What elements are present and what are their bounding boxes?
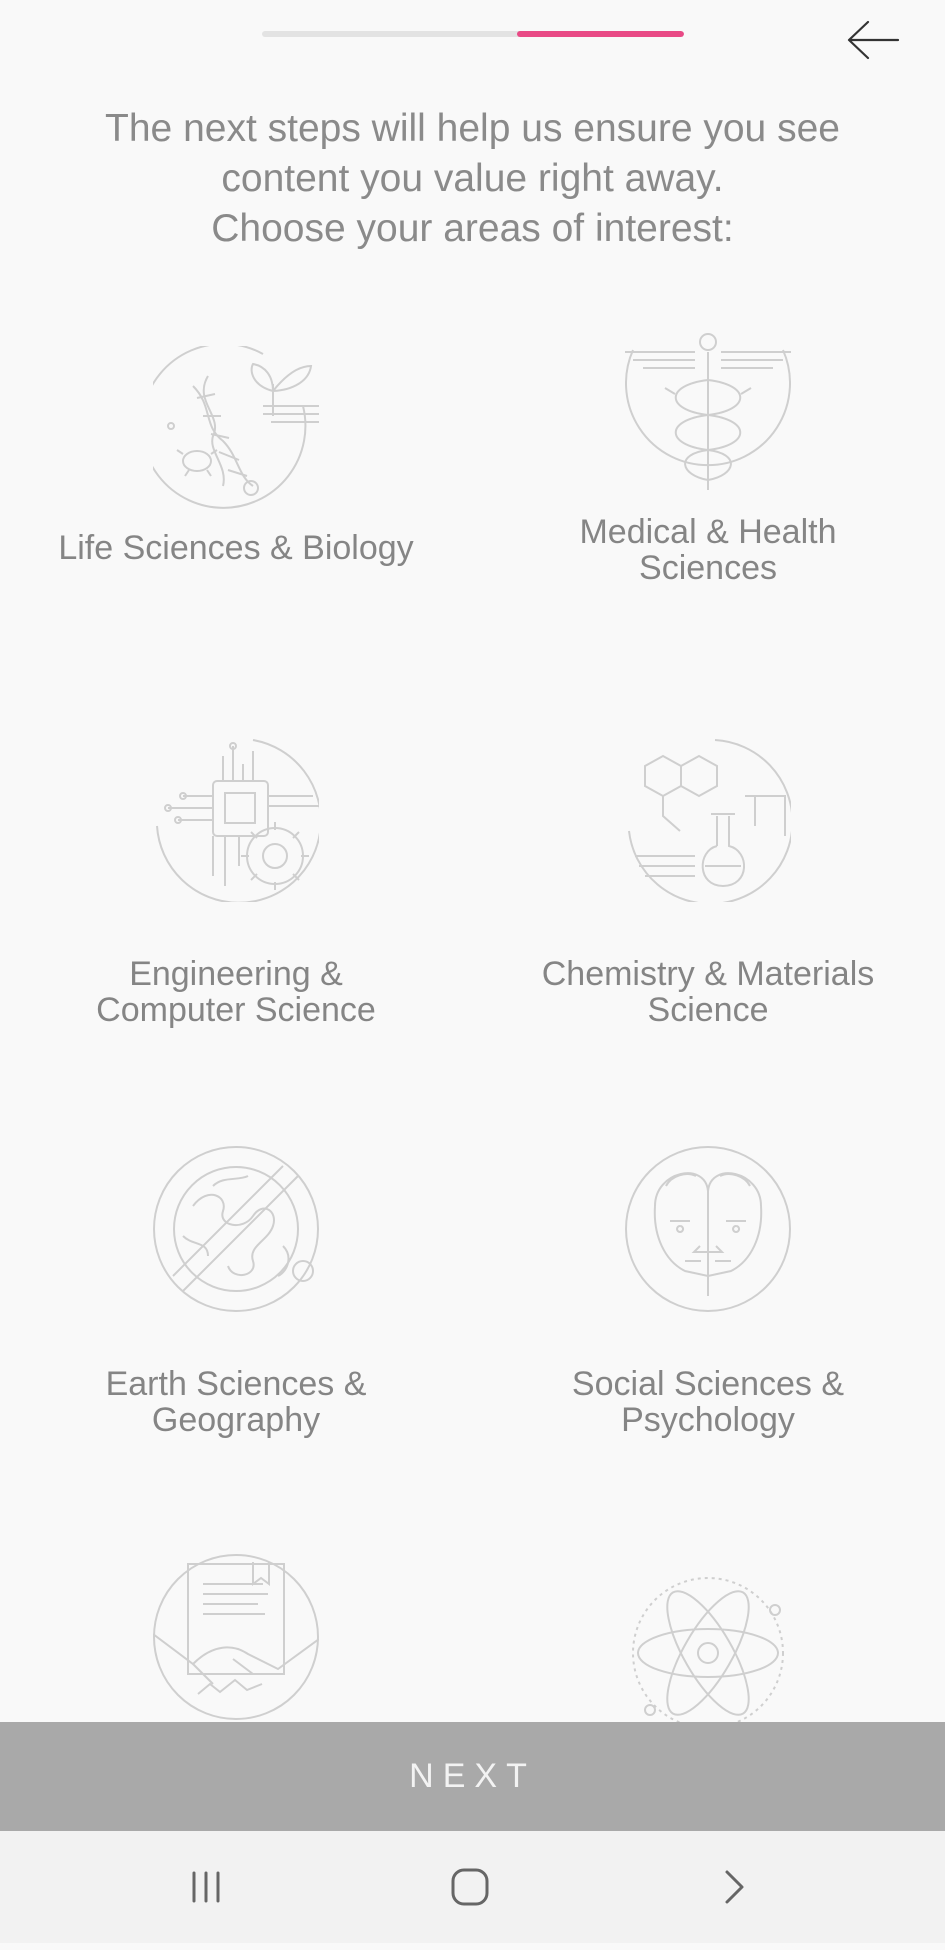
topic-chemistry[interactable]: Chemistry & Materials Science <box>472 736 944 1116</box>
topic-label-line-1: Engineering & <box>129 955 343 993</box>
recent-apps-icon <box>192 1871 220 1903</box>
intro-text: The next steps will help us ensure you s… <box>60 104 885 254</box>
intro-line-1: The next steps will help us ensure you s… <box>105 107 840 150</box>
topic-label-line-2: Sciences <box>639 549 777 587</box>
intro-line-2: content you value right away. <box>221 157 724 200</box>
next-button-label: NEXT <box>409 1757 536 1795</box>
system-navigation-bar <box>0 1831 945 1943</box>
topic-social-sciences[interactable]: Social Sciences & Psychology <box>472 1146 944 1526</box>
topic-label: Life Sciences & Biology <box>58 529 414 567</box>
topic-label-line-1: Earth Sciences & <box>105 1365 367 1403</box>
back-button[interactable] <box>838 10 908 70</box>
next-button[interactable]: NEXT <box>0 1722 945 1831</box>
topic-label-line-2: Science <box>647 991 769 1029</box>
dna-plant-icon <box>153 346 319 509</box>
intro-line-3: Choose your areas of interest: <box>211 207 734 250</box>
caduceus-icon <box>625 333 791 490</box>
topic-label-line-2: Geography <box>151 1401 321 1439</box>
flask-molecule-icon <box>628 739 791 902</box>
topic-label-line-1: Chemistry & Materials <box>541 955 875 993</box>
topic-label-line-1: Social Sciences & <box>571 1365 845 1403</box>
home-icon <box>451 1868 489 1906</box>
chevron-right-icon <box>725 1870 744 1904</box>
progress-fill <box>517 31 684 37</box>
progress-bar <box>262 31 684 37</box>
faces-icon <box>625 1146 791 1312</box>
home-button[interactable] <box>430 1857 510 1917</box>
atom-icon <box>632 1577 784 1729</box>
globe-icon <box>153 1146 319 1312</box>
topic-medical-health[interactable]: Medical & Health Sciences <box>472 330 944 710</box>
topic-life-sciences[interactable]: Life Sciences & Biology <box>0 346 472 726</box>
system-back-button[interactable] <box>694 1857 774 1917</box>
topic-earth-sciences[interactable]: Earth Sciences & Geography <box>0 1146 472 1526</box>
topic-label-line-2: Computer Science <box>96 991 376 1029</box>
topic-label-line-1: Medical & Health <box>579 513 837 551</box>
topic-engineering[interactable]: Engineering & Computer Science <box>0 736 472 1116</box>
arrow-left-icon <box>847 20 900 60</box>
circuit-gear-icon <box>156 739 319 902</box>
handshake-document-icon <box>153 1554 319 1720</box>
topic-label-line-2: Psychology <box>621 1401 795 1439</box>
recent-apps-button[interactable] <box>166 1857 246 1917</box>
